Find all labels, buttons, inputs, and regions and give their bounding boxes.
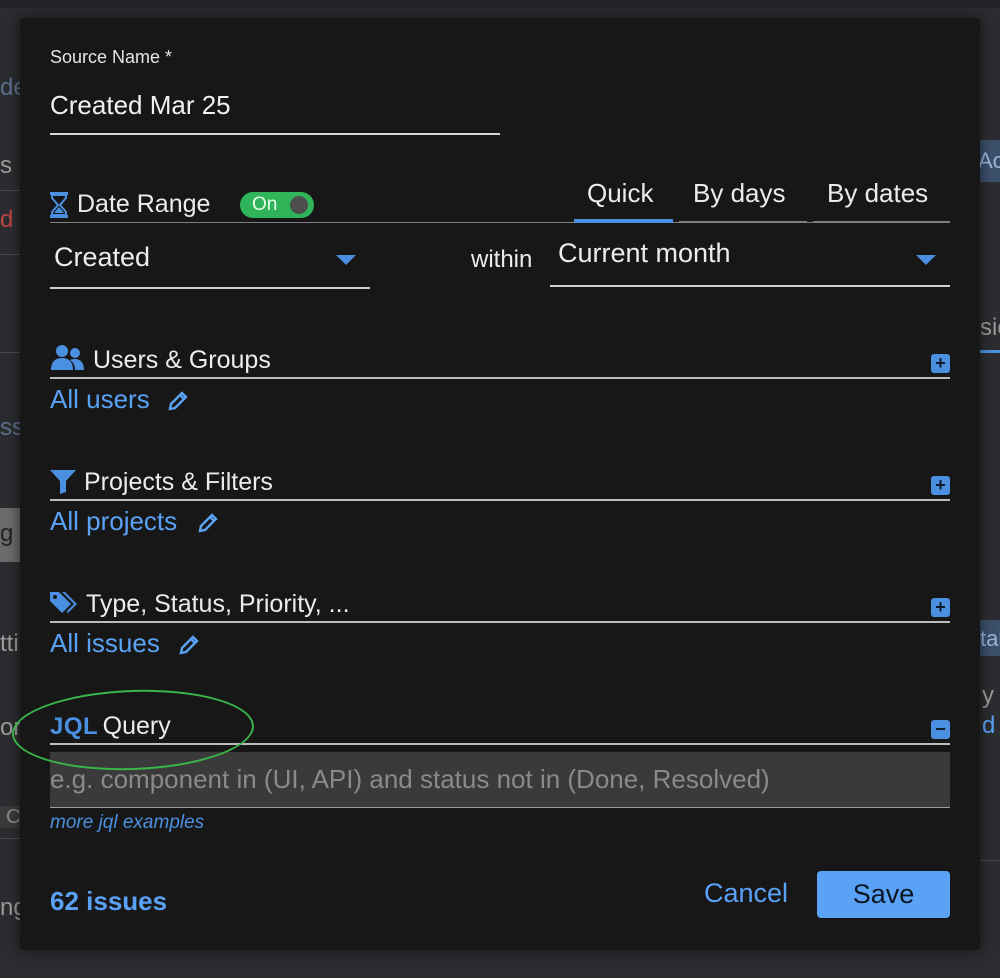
background-divider	[0, 190, 20, 191]
tab-quick-indicator	[574, 219, 673, 223]
type-status-priority-title: Type, Status, Priority, ...	[86, 590, 350, 618]
toggle-label: On	[252, 194, 278, 215]
users-groups-title: Users & Groups	[93, 346, 271, 374]
projects-filters-divider	[50, 499, 950, 501]
chevron-down-icon	[336, 255, 356, 265]
tags-icon	[50, 592, 77, 613]
jql-collapse-button[interactable]: −	[931, 720, 950, 739]
users-icon	[51, 345, 84, 370]
date-range-toggle[interactable]: On	[240, 192, 314, 218]
more-jql-examples-link[interactable]: more jql examples	[50, 812, 204, 834]
users-groups-divider	[50, 377, 950, 379]
date-field-underline	[50, 287, 370, 289]
pencil-icon[interactable]	[197, 512, 219, 534]
tab-by-dates[interactable]: By dates	[827, 178, 928, 209]
background-text-fragment: tti	[0, 630, 19, 657]
tab-by-days-underline	[679, 221, 807, 223]
background-text-fragment: s	[0, 152, 12, 179]
background-text-fragment: y	[982, 682, 994, 709]
background-divider	[980, 860, 1000, 861]
type-status-divider	[50, 621, 950, 623]
background-text-fragment: sic	[980, 314, 1000, 341]
source-name-label: Source Name *	[50, 47, 173, 67]
tab-quick[interactable]: Quick	[587, 178, 653, 209]
chevron-down-icon	[916, 255, 936, 265]
projects-filters-add-button[interactable]: +	[931, 476, 950, 495]
within-label: within	[471, 246, 533, 273]
background-top-bar	[0, 0, 1000, 8]
background-text-fragment: tal	[980, 626, 1000, 651]
toggle-knob	[290, 196, 308, 214]
period-select[interactable]: Current month	[550, 238, 950, 288]
period-value: Current month	[558, 238, 731, 268]
type-status-add-button[interactable]: +	[931, 598, 950, 617]
period-underline	[550, 285, 950, 287]
all-users-link[interactable]: All users	[50, 384, 150, 415]
all-issues-label: All issues	[50, 628, 160, 658]
source-name-input[interactable]: Created Mar 25	[50, 90, 231, 121]
date-field-select[interactable]: Created	[50, 240, 370, 290]
background-tab-line	[980, 350, 1000, 353]
tab-by-days[interactable]: By days	[693, 178, 786, 209]
all-users-label: All users	[50, 384, 150, 414]
background-divider	[0, 254, 20, 255]
cancel-button[interactable]: Cancel	[704, 878, 788, 909]
all-projects-link[interactable]: All projects	[50, 506, 177, 537]
background-divider	[0, 352, 20, 353]
background-text-fragment: C	[6, 806, 21, 828]
background-divider	[0, 838, 20, 839]
background-text-fragment: Ac	[978, 148, 1000, 173]
pencil-icon[interactable]	[178, 634, 200, 656]
background-text-fragment: d	[982, 712, 996, 739]
filter-icon	[50, 470, 76, 494]
all-issues-link[interactable]: All issues	[50, 628, 160, 659]
projects-filters-title: Projects & Filters	[84, 468, 273, 496]
tab-by-dates-underline	[813, 221, 950, 223]
background-text-fragment: g	[0, 520, 14, 547]
date-range-label: Date Range	[77, 190, 211, 218]
save-button[interactable]: Save	[817, 871, 950, 918]
pencil-icon[interactable]	[167, 390, 189, 412]
hourglass-icon	[50, 192, 68, 218]
all-projects-label: All projects	[50, 506, 178, 536]
source-name-underline	[50, 133, 500, 135]
date-field-value: Created	[54, 242, 151, 272]
issues-count: 62 issues	[50, 886, 168, 916]
users-groups-add-button[interactable]: +	[931, 354, 950, 373]
source-dialog: Source Name * Created Mar 25 Date Range …	[20, 18, 980, 950]
